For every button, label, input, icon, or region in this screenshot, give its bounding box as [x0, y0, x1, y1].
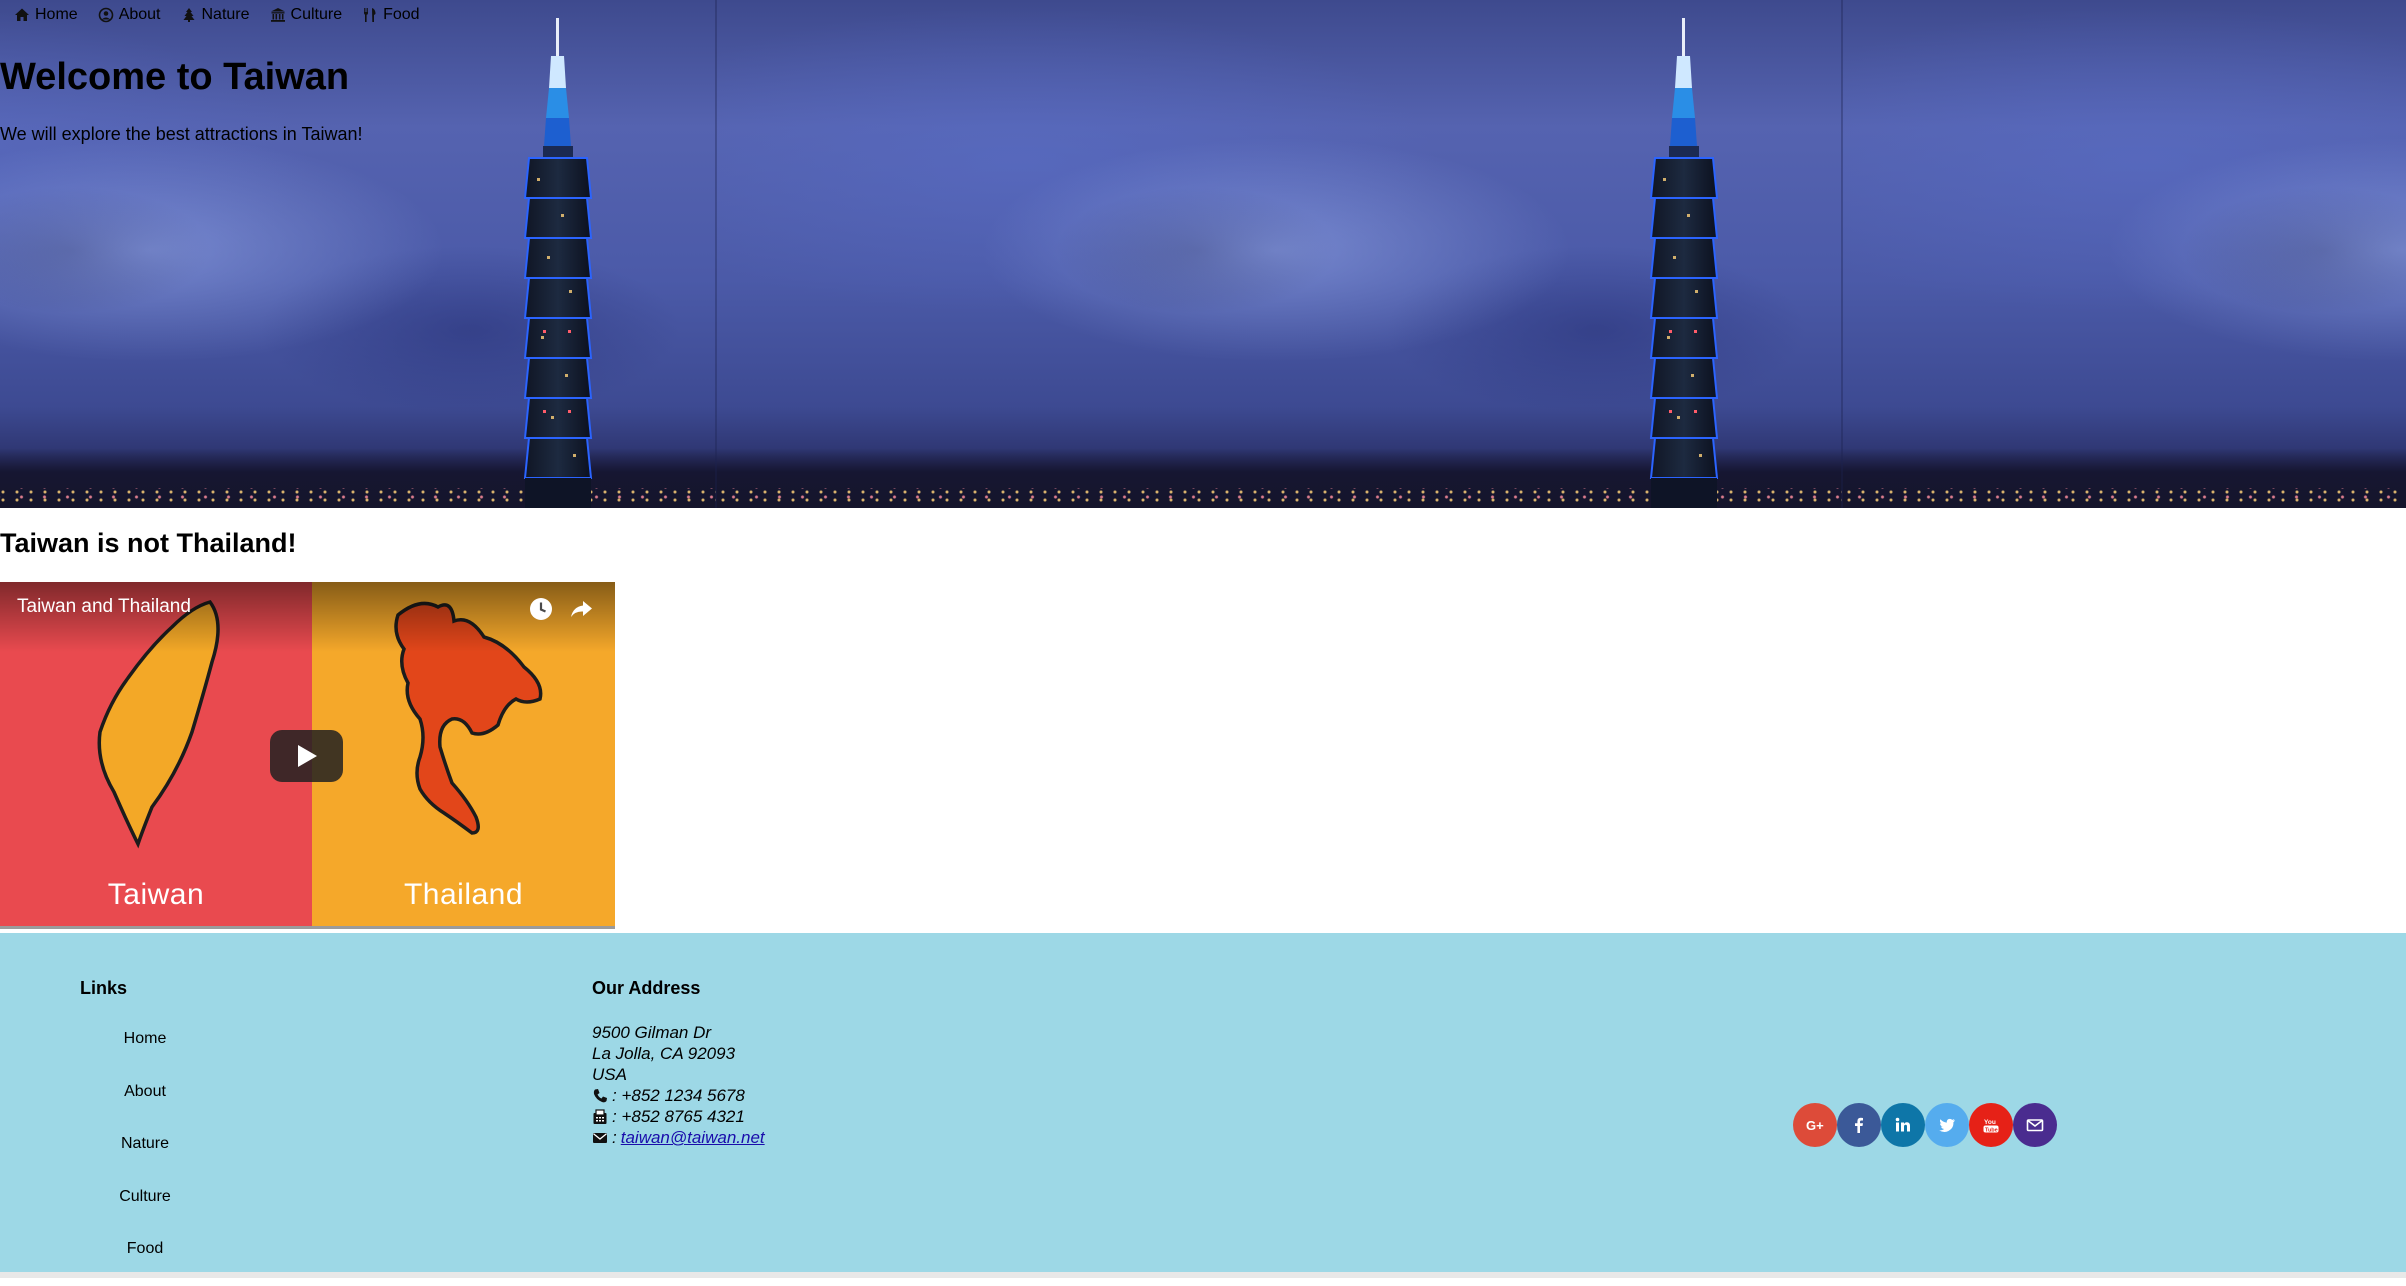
hero-banner: Home About Nature Culture Food Welcome t…: [0, 0, 2406, 508]
svg-text:Tube: Tube: [1985, 1127, 1998, 1133]
video-label-thailand: Thailand: [403, 878, 524, 911]
hero-image-tile: [716, 0, 1842, 508]
nav-item-label: Nature: [201, 6, 250, 23]
page-bottom-edge: [0, 1272, 2406, 1278]
home-icon: [15, 8, 29, 21]
twitter-button[interactable]: [1925, 1103, 1969, 1147]
twitter-icon: [1939, 1118, 1955, 1132]
play-button[interactable]: [270, 730, 343, 782]
youtube-icon: YouTube: [1983, 1119, 1999, 1133]
fax-icon: [593, 1108, 607, 1124]
fax-number: : +852 8765 4321: [612, 1107, 745, 1126]
nav-item-label: Home: [35, 6, 78, 23]
utensils-icon: [364, 8, 376, 22]
youtube-button[interactable]: You Tube: [1969, 1103, 2013, 1147]
nav-item-label: Culture: [290, 6, 343, 23]
address-line: 9500 Gilman Dr: [592, 1023, 712, 1042]
video-title[interactable]: Taiwan and Thailand: [17, 596, 191, 618]
nav-item-home[interactable]: Home: [14, 6, 78, 24]
play-icon: [297, 745, 317, 767]
nav-item-nature[interactable]: Nature: [181, 6, 250, 24]
footer-links-list: Home About Nature Culture Food: [100, 1023, 190, 1286]
footer-link-about[interactable]: About: [100, 1076, 190, 1129]
nav-item-label: About: [118, 6, 161, 23]
footer-address-title: Our Address: [592, 978, 701, 998]
nav-item-culture[interactable]: Culture: [270, 6, 343, 24]
facebook-icon: [1855, 1117, 1863, 1133]
mail-button[interactable]: [2013, 1103, 2057, 1147]
hero-subtitle: We will explore the best attractions in …: [0, 124, 363, 144]
museum-icon: [270, 8, 285, 22]
tree-icon: [183, 8, 194, 22]
footer-address: 9500 Gilman Dr La Jolla, CA 92093 USA : …: [592, 1022, 765, 1148]
envelope-icon: [593, 1132, 607, 1143]
linkedin-icon: [1895, 1117, 1910, 1132]
address-line: La Jolla, CA 92093: [592, 1044, 736, 1063]
video-label-taiwan: Taiwan: [107, 878, 205, 911]
phone-icon: [593, 1088, 607, 1102]
share-icon[interactable]: [568, 596, 594, 622]
social-links: G+ You Tube: [1793, 1103, 2057, 1147]
taipei-101-tower-image: [1629, 18, 1739, 508]
address-line: USA: [592, 1065, 627, 1084]
svg-text:You: You: [1984, 1119, 1996, 1126]
footer-link-home[interactable]: Home: [100, 1023, 190, 1076]
nav-item-food[interactable]: Food: [362, 6, 420, 24]
user-circle-icon: [98, 7, 113, 23]
phone-line: : +852 1234 5678: [592, 1085, 765, 1106]
google-plus-icon: G+: [1806, 1118, 1824, 1133]
footer-link-culture[interactable]: Culture: [100, 1181, 190, 1234]
svg-text:G+: G+: [1806, 1118, 1824, 1133]
section-title: Taiwan is not Thailand!: [0, 528, 297, 558]
footer: Links Home About Nature Culture Food Our…: [0, 933, 2406, 1278]
phone-number: : +852 1234 5678: [612, 1086, 745, 1105]
email-link[interactable]: taiwan@taiwan.net: [621, 1127, 765, 1148]
page-title: Welcome to Taiwan: [0, 56, 350, 98]
linkedin-button[interactable]: [1881, 1103, 1925, 1147]
email-prefix: :: [612, 1128, 617, 1147]
facebook-button[interactable]: [1837, 1103, 1881, 1147]
nav-item-about[interactable]: About: [98, 6, 161, 24]
video-progress-bar: [0, 926, 615, 929]
taipei-101-tower-image: [503, 18, 613, 508]
footer-link-nature[interactable]: Nature: [100, 1128, 190, 1181]
mail-icon: [2026, 1119, 2044, 1132]
fax-line: : +852 8765 4321: [592, 1106, 765, 1127]
main-nav: Home About Nature Culture Food: [14, 6, 420, 24]
google-plus-button[interactable]: G+: [1793, 1103, 1837, 1147]
email-line: : taiwan@taiwan.net: [592, 1127, 765, 1148]
footer-links-title: Links: [80, 978, 128, 998]
nav-item-label: Food: [383, 6, 420, 23]
watch-later-icon[interactable]: [528, 596, 554, 622]
hero-image-tile: [1842, 0, 2406, 508]
video-player[interactable]: Taiwan and Thailand Taiwan Thailand: [0, 582, 615, 928]
